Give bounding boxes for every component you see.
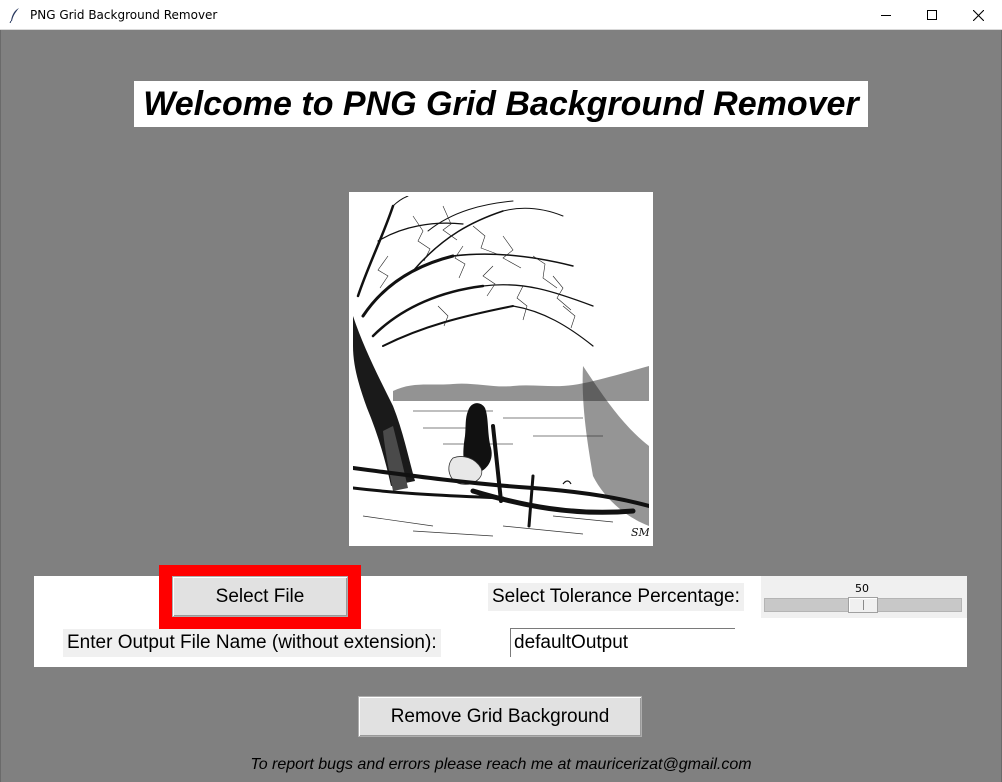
maximize-icon (927, 10, 937, 20)
output-filename-input[interactable] (510, 628, 735, 657)
tolerance-value: 50 (855, 582, 869, 595)
minimize-button[interactable] (863, 0, 909, 30)
window-border-left (0, 30, 1, 782)
output-filename-label: Enter Output File Name (without extensio… (63, 629, 441, 657)
slider-thumb[interactable] (848, 597, 878, 613)
sketch-image: SM (353, 196, 649, 542)
image-preview: SM (349, 192, 653, 546)
footer-contact: To report bugs and errors please reach m… (250, 756, 752, 773)
feather-icon (9, 7, 21, 24)
signature-mark: SM (631, 526, 649, 539)
minimize-icon (881, 15, 891, 16)
remove-grid-button[interactable]: Remove Grid Background (358, 696, 642, 737)
close-icon (972, 9, 984, 21)
tolerance-slider[interactable]: 50 (761, 576, 967, 618)
maximize-button[interactable] (909, 0, 955, 30)
select-file-button[interactable]: Select File (172, 576, 348, 617)
title-bar: PNG Grid Background Remover (0, 0, 1002, 30)
page-title: Welcome to PNG Grid Background Remover (134, 81, 868, 127)
tolerance-label: Select Tolerance Percentage: (488, 583, 744, 611)
close-button[interactable] (955, 0, 1001, 30)
window-title: PNG Grid Background Remover (30, 8, 218, 22)
